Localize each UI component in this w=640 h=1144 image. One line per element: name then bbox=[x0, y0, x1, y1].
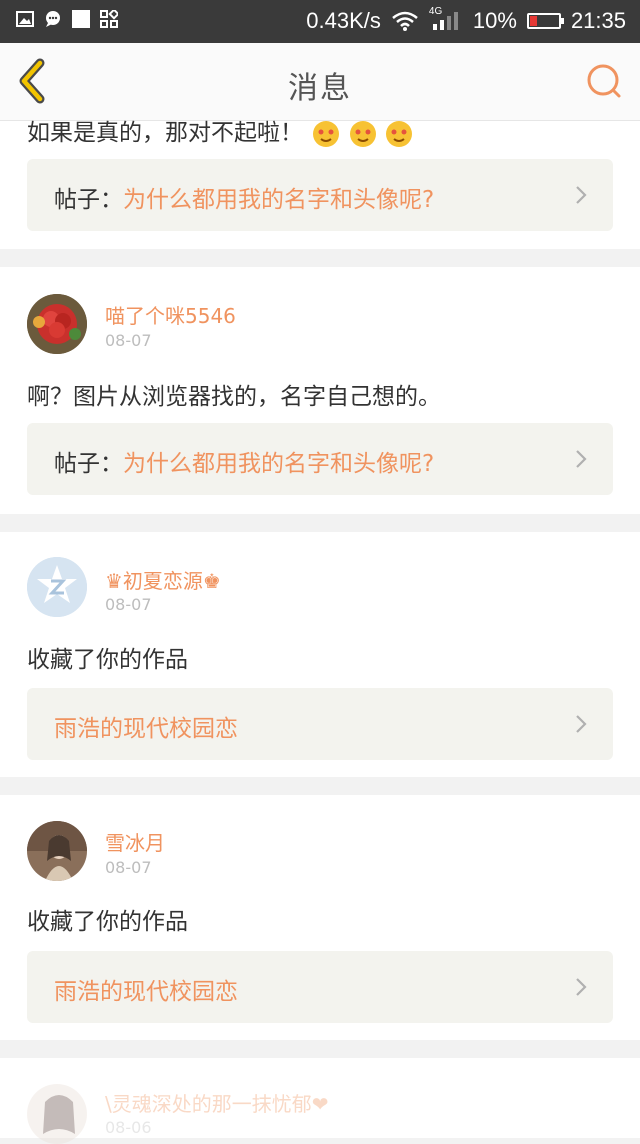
apps-icon bbox=[100, 10, 118, 28]
clock: 21:35 bbox=[570, 8, 626, 33]
message-card: 如果是真的，那对不起啦！ 帖子：为什么都用我的名字和头像呢? bbox=[0, 120, 640, 249]
username[interactable]: 雪冰月 bbox=[105, 827, 165, 856]
network-speed: 0.43K/s bbox=[306, 8, 381, 33]
username[interactable]: ♛初夏恋源♚ bbox=[105, 565, 221, 594]
link-prefix: 帖子： bbox=[54, 187, 123, 213]
link-prefix: 帖子： bbox=[54, 451, 123, 477]
message-card: \灵魂深处的那一抹忧郁❤ 08-06 bbox=[0, 1058, 640, 1144]
message-date: 08-07 bbox=[105, 595, 152, 614]
message-date: 08-07 bbox=[105, 858, 152, 877]
battery-icon bbox=[526, 13, 564, 29]
search-icon bbox=[587, 64, 621, 98]
page-title: 消息 bbox=[288, 71, 352, 106]
avatar[interactable] bbox=[27, 1084, 87, 1144]
wifi-icon bbox=[392, 11, 418, 31]
emoji-icon bbox=[385, 120, 412, 147]
status-bar: 0.43K/s 4G 10% 21:35 bbox=[0, 0, 640, 43]
username[interactable]: \灵魂深处的那一抹忧郁❤ bbox=[105, 1088, 329, 1117]
post-link[interactable]: 帖子：为什么都用我的名字和头像呢? bbox=[27, 423, 613, 495]
search-button[interactable] bbox=[584, 61, 624, 101]
post-title: 为什么都用我的名字和头像呢? bbox=[123, 187, 435, 213]
emoji-icon bbox=[313, 120, 340, 147]
nav-bar: 消息 bbox=[0, 43, 640, 121]
signal-icon bbox=[432, 12, 458, 30]
emoji-icon bbox=[349, 120, 376, 147]
message-text: 啊？图片从浏览器找的，名字自己想的。 bbox=[27, 384, 441, 410]
message-date: 08-07 bbox=[105, 331, 152, 350]
post-link[interactable]: 帖子：为什么都用我的名字和头像呢? bbox=[27, 159, 613, 231]
chevron-right-icon bbox=[576, 450, 587, 468]
message-card: ♛初夏恋源♚ 08-07 收藏了你的作品 雨浩的现代校园恋 bbox=[0, 532, 640, 777]
avatar[interactable] bbox=[27, 557, 87, 617]
work-link[interactable]: 雨浩的现代校园恋 bbox=[27, 951, 613, 1023]
chevron-right-icon bbox=[576, 978, 587, 996]
work-title: 雨浩的现代校园恋 bbox=[54, 716, 238, 742]
work-title: 雨浩的现代校园恋 bbox=[54, 979, 238, 1005]
default-avatar-icon bbox=[27, 557, 87, 617]
message-card: 雪冰月 08-07 收藏了你的作品 雨浩的现代校园恋 bbox=[0, 795, 640, 1040]
avatar[interactable] bbox=[27, 821, 87, 881]
avatar[interactable] bbox=[27, 294, 87, 354]
image-icon bbox=[16, 11, 34, 27]
username[interactable]: 喵了个咪5546 bbox=[105, 300, 236, 329]
post-title: 为什么都用我的名字和头像呢? bbox=[123, 451, 435, 477]
square-icon bbox=[72, 10, 90, 28]
message-date: 08-06 bbox=[105, 1118, 152, 1137]
chevron-right-icon bbox=[576, 186, 587, 204]
work-link[interactable]: 雨浩的现代校园恋 bbox=[27, 688, 613, 760]
message-card: 喵了个咪5546 08-07 啊？图片从浏览器找的，名字自己想的。 帖子：为什么… bbox=[0, 267, 640, 514]
battery-percent: 10% bbox=[472, 8, 517, 33]
chat-icon bbox=[46, 11, 60, 27]
message-text: 收藏了你的作品 bbox=[27, 909, 188, 935]
chevron-right-icon bbox=[576, 715, 587, 733]
message-text: 如果是真的，那对不起啦！ bbox=[27, 113, 412, 147]
message-text: 收藏了你的作品 bbox=[27, 647, 188, 673]
